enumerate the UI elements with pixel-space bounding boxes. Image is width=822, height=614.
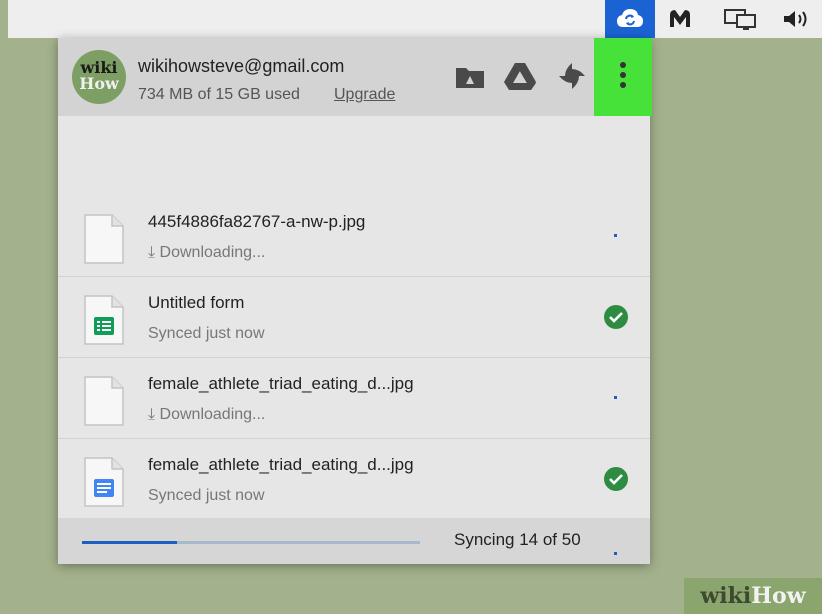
synced-check-icon — [604, 467, 628, 491]
sync-pending-indicator — [604, 386, 628, 410]
watermark-part-1: wiki — [700, 583, 752, 609]
menu-bar — [8, 0, 822, 38]
photos-icon[interactable] — [554, 58, 590, 94]
sync-footer: Syncing 14 of 50 — [58, 518, 650, 564]
storage-usage: 734 MB of 15 GB used — [138, 86, 300, 103]
list-item[interactable]: female_athlete_triad_eating_d...jpg Sync… — [58, 439, 650, 519]
synced-check-icon — [604, 305, 628, 329]
account-email: wikihowsteve@gmail.com — [138, 56, 345, 76]
more-options-button[interactable] — [594, 38, 652, 116]
file-status: Synced just now — [148, 487, 265, 504]
download-icon: ⤓ — [148, 244, 156, 261]
google-drive-icon[interactable] — [502, 58, 538, 94]
account-header: wiki How wikihowsteve@gmail.com 734 MB o… — [58, 38, 652, 116]
drive-sync-panel: wiki How wikihowsteve@gmail.com 734 MB o… — [58, 38, 652, 564]
sync-status-text: Syncing 14 of 50 — [454, 530, 581, 549]
list-item[interactable]: 445f4886fa82767-a-nw-p.jpg ⤓ Downloading… — [58, 196, 650, 277]
google-drive-sync-icon[interactable] — [605, 0, 655, 38]
folder-icon[interactable] — [452, 58, 488, 94]
display-mirroring-icon[interactable] — [718, 0, 762, 38]
file-list: 445f4886fa82767-a-nw-p.jpg ⤓ Downloading… — [58, 196, 650, 519]
file-status: ⤓ Downloading... — [148, 406, 266, 423]
avatar-text-bottom: How — [79, 74, 119, 93]
google-docs-icon — [84, 457, 124, 507]
malwarebytes-icon[interactable] — [664, 0, 696, 38]
upgrade-link[interactable]: Upgrade — [334, 86, 395, 104]
volume-icon[interactable] — [776, 0, 816, 38]
google-sheets-icon — [84, 295, 124, 345]
sync-pending-indicator — [604, 224, 628, 248]
more-options-icon — [619, 60, 627, 95]
watermark-part-2: How — [751, 583, 806, 609]
file-name: 445f4886fa82767-a-nw-p.jpg — [148, 212, 366, 231]
download-icon: ⤓ — [148, 406, 156, 423]
file-status: ⤓ Downloading... — [148, 244, 266, 261]
wikihow-watermark: wiki How — [684, 578, 822, 614]
list-item[interactable]: female_athlete_triad_eating_d...jpg ⤓ Do… — [58, 358, 650, 439]
file-name: Untitled form — [148, 293, 245, 312]
sync-progress-fill — [82, 541, 177, 544]
list-item[interactable]: Untitled form Synced just now — [58, 277, 650, 358]
sync-progress-bar — [82, 541, 420, 544]
avatar[interactable]: wiki How — [72, 50, 126, 104]
blank-file-icon — [84, 376, 124, 426]
file-name: female_athlete_triad_eating_d...jpg — [148, 455, 414, 474]
sync-activity-indicator — [614, 552, 617, 555]
notice-area — [58, 116, 650, 197]
file-name: female_athlete_triad_eating_d...jpg — [148, 374, 414, 393]
file-status: Synced just now — [148, 325, 265, 342]
blank-file-icon — [84, 214, 124, 264]
